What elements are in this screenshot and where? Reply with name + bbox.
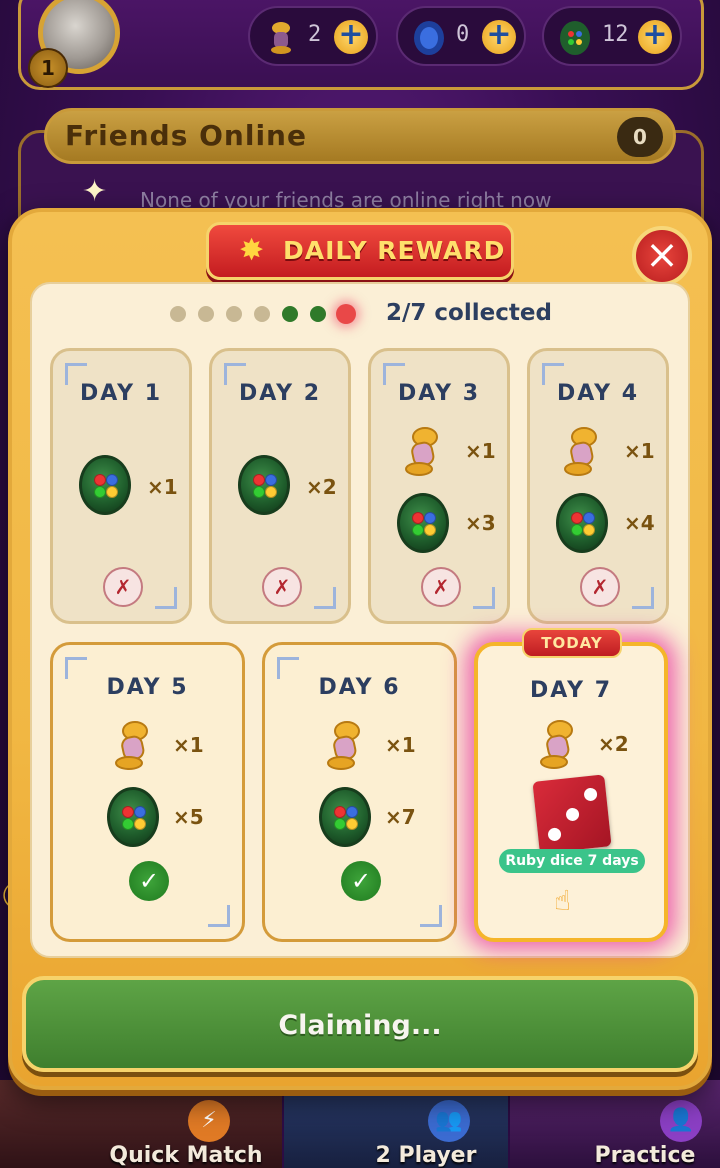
day-card-1[interactable]: DAY 1 ×1 ✗ [50, 348, 192, 624]
currency-lamps-value: 2 [308, 22, 322, 47]
coin-icon [238, 455, 290, 515]
level-badge: 1 [28, 48, 68, 88]
progress-dot-missed [254, 306, 270, 322]
reward-quantity: ×1 [147, 475, 178, 499]
day-label: DAY 2 [238, 381, 322, 406]
add-sapphire-button[interactable]: + [482, 20, 516, 54]
day-label: DAY 5 [106, 675, 189, 700]
card-corner [155, 587, 177, 609]
ruby-dice-icon [532, 774, 612, 854]
currency-emerald: 12 + [542, 6, 682, 66]
currency-emerald-value: 12 [602, 22, 629, 47]
reward-quantity: ×2 [306, 475, 337, 499]
reward-quantity: ×2 [598, 732, 629, 756]
lamp-icon [327, 721, 360, 770]
quick-match-tile[interactable]: ⚡ Quick Match [0, 1080, 282, 1168]
collected-check-icon: ✓ [129, 861, 169, 901]
lamp-icon [564, 427, 597, 476]
day-label: DAY 7 [529, 678, 613, 703]
daily-reward-title: DAILY REWARD [283, 236, 506, 265]
progress-dot-missed [226, 306, 242, 322]
currency-sapphire-value: 0 [456, 22, 470, 47]
practice-label: Practice [594, 1143, 696, 1168]
coin-icon [556, 493, 608, 553]
star-icon: ✸ [239, 233, 265, 268]
day-card-2[interactable]: DAY 2 ×2 ✗ [209, 348, 351, 624]
progress-text: 2/7 collected [386, 300, 552, 326]
day-label: DAY 3 [397, 381, 481, 406]
reward-quantity: ×7 [385, 805, 416, 829]
lamp-icon [115, 721, 148, 770]
card-corner [314, 587, 336, 609]
sparkle-icon: ✦ [82, 174, 108, 209]
person-icon: 👤 [660, 1100, 702, 1142]
day-card-6[interactable]: DAY 6 ×1 ×7 ✓ [262, 642, 457, 942]
lightning-icon: ⚡ [188, 1100, 230, 1142]
add-lamps-button[interactable]: + [334, 20, 368, 54]
missed-icon: ✗ [580, 567, 620, 607]
daily-reward-header: ✸ DAILY REWARD [206, 222, 514, 280]
day-label: DAY 1 [79, 381, 163, 406]
two-player-tile[interactable]: 👥 2 Player [284, 1080, 508, 1168]
two-player-label: 2 Player [375, 1143, 477, 1168]
claim-button-label: Claiming... [278, 1010, 442, 1041]
friends-online-title: Friends Online [65, 119, 307, 152]
reward-quantity: ×4 [624, 511, 655, 535]
ruby-dice-label: Ruby dice 7 days [499, 849, 645, 873]
sapphire-coin-icon [414, 21, 444, 55]
lamp-icon [271, 22, 291, 54]
day-card-3[interactable]: DAY 3 ×1 ×3 ✗ [368, 348, 510, 624]
missed-icon: ✗ [421, 567, 461, 607]
currency-lamps: 2 + [248, 6, 378, 66]
quick-match-label: Quick Match [109, 1143, 263, 1168]
day-card-4[interactable]: DAY 4 ×1 ×4 ✗ [527, 348, 669, 624]
progress-dot-collected [310, 306, 326, 322]
collected-check-icon: ✓ [341, 861, 381, 901]
close-button[interactable]: × [632, 226, 692, 286]
emerald-coin-icon [560, 21, 590, 55]
card-corner [208, 905, 230, 927]
card-corner [632, 587, 654, 609]
reward-quantity: ×5 [173, 805, 204, 829]
friends-online-bar[interactable]: Friends Online 0 [44, 108, 676, 164]
add-emerald-button[interactable]: + [638, 20, 672, 54]
friends-online-count: 0 [617, 117, 663, 157]
reward-quantity: ×3 [465, 511, 496, 535]
progress-dot-collected [282, 306, 298, 322]
lamp-icon [540, 720, 573, 769]
coin-icon [319, 787, 371, 847]
lamp-icon [405, 427, 438, 476]
day-card-5[interactable]: DAY 5 ×1 ×5 ✓ [50, 642, 245, 942]
card-corner [420, 905, 442, 927]
currency-sapphire: 0 + [396, 6, 526, 66]
people-icon: 👥 [428, 1100, 470, 1142]
claim-button[interactable]: Claiming... [22, 976, 698, 1072]
coin-icon [107, 787, 159, 847]
day-label: DAY 4 [556, 381, 640, 406]
today-badge: TODAY [522, 628, 622, 658]
tap-hand-icon: ☝ [554, 884, 572, 917]
game-mode-bar: ⚡ Quick Match 👥 2 Player 👤 Practice [0, 1080, 720, 1168]
reward-quantity: ×1 [624, 439, 655, 463]
reward-quantity: ×1 [173, 733, 204, 757]
progress-dot-missed [170, 306, 186, 322]
coin-icon [397, 493, 449, 553]
reward-quantity: ×1 [465, 439, 496, 463]
card-corner [473, 587, 495, 609]
coin-icon [79, 455, 131, 515]
progress-dot-current [336, 304, 356, 324]
reward-quantity: ×1 [385, 733, 416, 757]
practice-tile[interactable]: 👤 Practice [510, 1080, 720, 1168]
missed-icon: ✗ [262, 567, 302, 607]
day-label: DAY 6 [318, 675, 401, 700]
progress-dot-missed [198, 306, 214, 322]
missed-icon: ✗ [103, 567, 143, 607]
